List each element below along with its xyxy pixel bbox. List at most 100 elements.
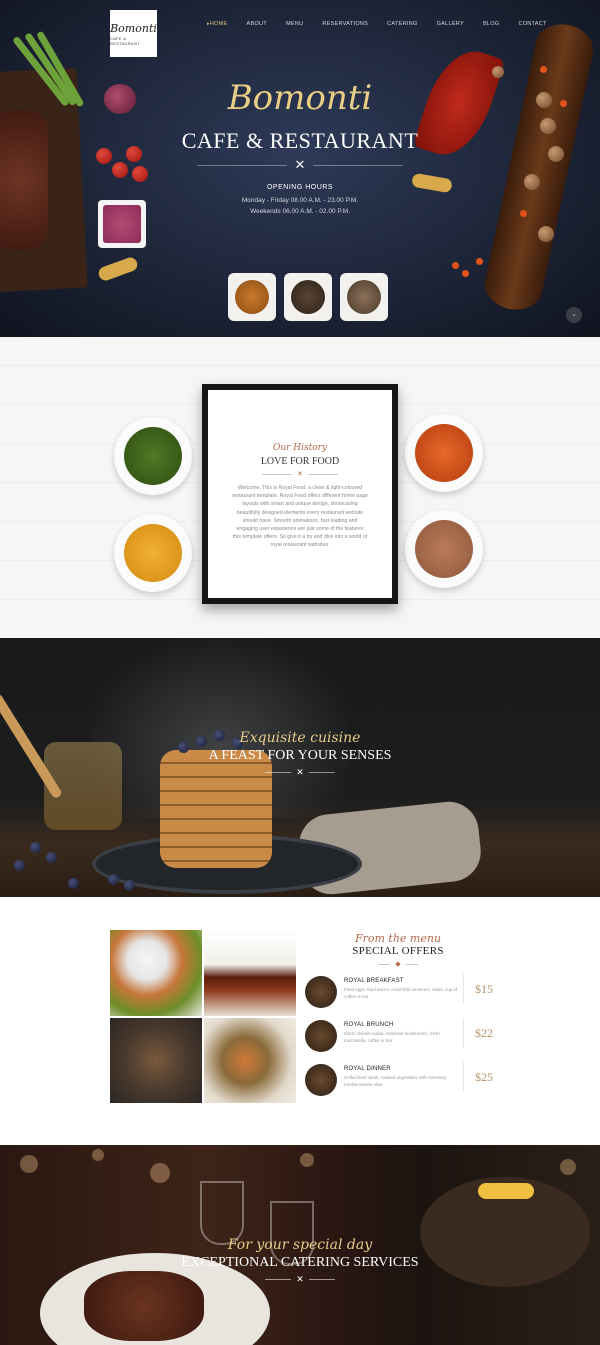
rice-shrimp-dish-image — [110, 930, 202, 1016]
catering-section: For your special day EXCEPTIONAL CATERIN… — [0, 1145, 600, 1345]
divider-line — [308, 1279, 335, 1280]
berry-image — [476, 258, 483, 265]
menu-script-heading: From the menu — [354, 932, 442, 945]
wine-glass-image — [200, 1181, 244, 1245]
history-text: Welcome. This is Royal Food, a clean & l… — [232, 485, 368, 549]
berry-image — [540, 66, 547, 73]
dessert-dish-image — [204, 930, 296, 1016]
berry-image — [462, 270, 469, 277]
menu-item[interactable]: ROYAL DINNER Grilled beef steak, roasted… — [305, 1062, 493, 1102]
site-logo[interactable]: Bomonti CAFE & RESTAURANT — [110, 10, 157, 57]
logo-text: Bomonti — [110, 21, 157, 35]
blueberry-image — [46, 852, 57, 863]
blueberry-image — [14, 860, 25, 871]
dish-thumbnail — [305, 1020, 337, 1052]
nav-item-catering[interactable]: CATERING — [387, 21, 417, 27]
feast-script-heading: Exquisite cuisine — [239, 730, 361, 746]
divider: ✕ — [0, 1274, 600, 1285]
dish-description: Fried eggs, fried bacon, roast field tom… — [344, 987, 457, 999]
hero-section: Bomonti CAFE & RESTAURANT HOME ABOUT MEN… — [0, 0, 600, 337]
history-script-heading: Our History — [272, 443, 328, 453]
spices-image — [110, 1017, 202, 1103]
dish-thumbnail — [305, 976, 337, 1008]
feast-title: A FEAST FOR YOUR SENSES — [208, 748, 392, 763]
divider-line — [405, 963, 418, 965]
menu-item[interactable]: ROYAL BREAKFAST Fried eggs, fried bacon,… — [305, 974, 493, 1014]
divider-line — [307, 473, 338, 475]
spice-bowl-image — [284, 273, 332, 321]
cutlery-icon: ✕ — [297, 471, 303, 478]
nav-item-gallery[interactable]: GALLERY — [437, 21, 464, 27]
opening-hours-weekend: Weekends 06.00 A.M. - 02.00 P.M. — [250, 208, 350, 215]
cutlery-icon: ✕ — [296, 1274, 304, 1284]
cutlery-icon: ✕ — [296, 767, 304, 777]
turmeric-bowl-image — [114, 514, 192, 592]
divider: ◆ — [312, 960, 484, 968]
dish-price: $22 — [463, 1018, 493, 1048]
dish-name: ROYAL BREAKFAST — [344, 978, 404, 984]
scroll-down-button[interactable]: ⌄ — [566, 307, 582, 323]
nav-item-menu[interactable]: MENU — [286, 21, 303, 27]
divider-line — [265, 772, 292, 773]
dish-thumbnail — [305, 1064, 337, 1096]
bokeh-light — [150, 1163, 170, 1183]
blueberry-image — [68, 878, 79, 889]
divider-line — [378, 963, 391, 965]
divider-line — [313, 164, 404, 166]
diamond-icon: ◆ — [395, 961, 401, 968]
divider-line — [308, 772, 335, 773]
opening-hours-weekday: Monday - Friday 08.00 A.M. - 23.00 P.M. — [241, 197, 359, 204]
mushroom-image — [96, 255, 140, 283]
menu-title: SPECIAL OFFERS — [352, 945, 444, 957]
nav-item-reservations[interactable]: RESERVATIONS — [322, 21, 368, 27]
nav-item-home[interactable]: HOME — [207, 21, 228, 27]
dish-name: ROYAL DINNER — [344, 1066, 391, 1072]
menu-item[interactable]: ROYAL BRUNCH Warm chicken salad, seasona… — [305, 1018, 493, 1058]
dish-price: $25 — [463, 1062, 493, 1092]
nut-image — [492, 66, 504, 78]
divider-line — [196, 164, 287, 166]
catering-script-heading: For your special day — [227, 1237, 373, 1253]
divider: ✕ — [0, 157, 600, 173]
hero-subtitle: CAFE & RESTAURANT — [181, 128, 419, 153]
opening-hours-title: OPENING HOURS — [266, 184, 333, 191]
divider: ✕ — [208, 470, 392, 478]
herb-bowl-image — [114, 417, 192, 495]
feast-section: Exquisite cuisine A FEAST FOR YOUR SENSE… — [0, 638, 600, 897]
food-collage — [110, 930, 296, 1103]
bokeh-light — [92, 1149, 104, 1161]
dish-price: $15 — [463, 974, 493, 1004]
nav-item-contact[interactable]: CONTACT — [518, 21, 546, 27]
divider-line — [265, 1279, 292, 1280]
blueberry-image — [124, 880, 135, 891]
blueberry-image — [30, 842, 41, 853]
divider: ✕ — [0, 767, 600, 778]
bokeh-light — [300, 1153, 314, 1167]
dish-description: Grilled beef steak, roasted vegetables w… — [344, 1075, 448, 1087]
stir-fry-dish-image — [204, 1017, 296, 1103]
main-nav: HOME ABOUT MENU RESERVATIONS CATERING GA… — [207, 21, 566, 27]
spice-bowl-image — [340, 273, 388, 321]
hero-brand-name: Bomonti — [227, 78, 373, 118]
history-title: LOVE FOR FOOD — [260, 456, 340, 467]
history-section: Our History LOVE FOR FOOD ✕ Welcome. Thi… — [0, 337, 600, 638]
bokeh-light — [560, 1159, 576, 1175]
bokeh-light — [20, 1155, 38, 1173]
logo-subtext: CAFE & RESTAURANT — [110, 35, 140, 46]
cutlery-icon: ✕ — [294, 157, 306, 172]
dish-name: ROYAL BRUNCH — [344, 1022, 394, 1028]
catering-title: EXCEPTIONAL CATERING SERVICES — [181, 1255, 419, 1270]
history-frame: Our History LOVE FOR FOOD ✕ Welcome. Thi… — [202, 384, 398, 604]
cinnamon-bowl-image — [405, 510, 483, 588]
divider-line — [262, 473, 293, 475]
paprika-bowl-image — [405, 414, 483, 492]
history-card: Our History LOVE FOR FOOD ✕ Welcome. Thi… — [208, 390, 392, 598]
blueberry-image — [108, 874, 119, 885]
nut-image — [538, 226, 554, 242]
special-offers-section: From the menu SPECIAL OFFERS ◆ — [0, 897, 600, 1145]
dish-description: Warm chicken salad, seasonal mushrooms, … — [344, 1031, 440, 1043]
berry-image — [452, 262, 459, 269]
spice-bowl-image — [228, 273, 276, 321]
nav-item-about[interactable]: ABOUT — [247, 21, 267, 27]
nav-item-blog[interactable]: BLOG — [483, 21, 499, 27]
